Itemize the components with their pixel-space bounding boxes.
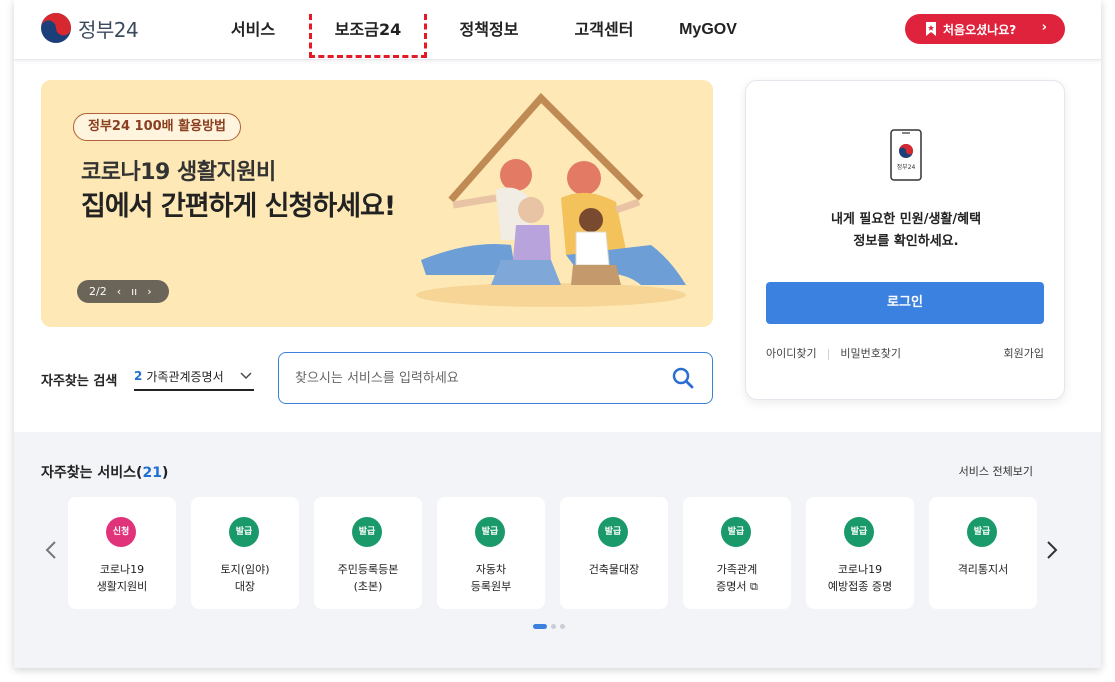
carousel-dot[interactable] xyxy=(551,624,556,629)
chevron-down-icon xyxy=(240,372,252,379)
login-card: 정부24 내게 필요한 민원/생활/혜택 정보를 확인하세요. 로그인 아이디찾… xyxy=(745,80,1065,400)
first-visit-button[interactable]: 처음오셨나요? › xyxy=(905,14,1065,44)
service-badge: 발급 xyxy=(598,517,628,547)
carousel-prev-icon[interactable] xyxy=(44,540,60,560)
signup-link[interactable]: 회원가입 xyxy=(1004,345,1044,361)
chevron-right-icon: › xyxy=(1041,20,1047,35)
nav-policy-info[interactable]: 정책정보 xyxy=(439,0,539,60)
nav-subsidy24[interactable]: 보조금24 xyxy=(309,0,427,60)
service-name: 코로나19 예방접종 증명 xyxy=(827,563,893,593)
service-name: 코로나19 생활지원비 xyxy=(96,563,148,593)
service-name: 자동차 등록원부 xyxy=(470,563,512,593)
carousel-next-icon[interactable] xyxy=(1043,540,1059,560)
banner-prev-icon[interactable]: ‹ xyxy=(117,285,121,298)
search-icon[interactable] xyxy=(672,367,694,389)
frequent-services-title-text: 자주찾는 서비스 xyxy=(41,465,137,481)
search-box xyxy=(278,352,713,404)
service-badge: 발급 xyxy=(352,517,382,547)
service-card[interactable]: 발급 자동차 등록원부 xyxy=(437,497,545,609)
service-card[interactable]: 발급 코로나19 예방접종 증명 xyxy=(806,497,914,609)
banner-pager: 2/2 ‹ ıı › xyxy=(77,280,169,303)
service-badge: 발급 xyxy=(844,517,874,547)
service-card[interactable]: 발급 토지(임야) 대장 xyxy=(191,497,299,609)
banner-next-icon[interactable]: › xyxy=(147,285,151,298)
service-badge: 신청 xyxy=(106,517,136,547)
page-frame: 정부24 서비스 보조금24 정책정보 고객센터 MyGOV 처음오셨나요? ›… xyxy=(14,0,1101,668)
first-visit-label: 처음오셨나요? xyxy=(943,22,1017,37)
nav-services[interactable]: 서비스 xyxy=(219,0,287,60)
carousel-pagination xyxy=(533,624,565,629)
service-card[interactable]: 발급 주민등록등본 (초본) xyxy=(314,497,422,609)
service-card[interactable]: 발급 건축물대장 xyxy=(560,497,668,609)
login-message-line2: 정보를 확인하세요. xyxy=(853,234,959,249)
frequent-services-section: 자주찾는 서비스(21) 서비스 전체보기 신청 코로나19 생활지원비 발급 … xyxy=(14,432,1101,668)
banner-title-line1: 코로나19 생활지원비 xyxy=(81,160,276,185)
find-id-link[interactable]: 아이디찾기 xyxy=(766,345,817,361)
link-divider: | xyxy=(826,346,831,360)
phone-label: 정부24 xyxy=(897,164,916,171)
view-all-services-link[interactable]: 서비스 전체보기 xyxy=(959,463,1033,479)
logo[interactable]: 정부24 xyxy=(40,12,139,44)
frequent-services-count: 21 xyxy=(142,465,162,481)
service-badge: 발급 xyxy=(229,517,259,547)
main-banner[interactable]: 정부24 100배 활용방법 코로나19 생활지원비 집에서 간편하게 신청하세… xyxy=(41,80,713,327)
find-password-link[interactable]: 비밀번호찾기 xyxy=(840,345,901,361)
frequent-search-value: 가족관계증명서 xyxy=(146,369,224,384)
login-message: 내게 필요한 민원/생활/혜택 정보를 확인하세요. xyxy=(746,209,1066,253)
phone-icon: 정부24 xyxy=(890,129,922,181)
banner-title-line2: 집에서 간편하게 신청하세요! xyxy=(81,191,396,222)
service-badge: 발급 xyxy=(721,517,751,547)
service-name: 건축물대장 xyxy=(588,563,640,576)
banner-pager-count: 2/2 xyxy=(89,285,107,298)
service-card[interactable]: 발급 격리통지서 xyxy=(929,497,1037,609)
nav-mygov[interactable]: MyGOV xyxy=(663,0,753,60)
service-name: 주민등록등본 (초본) xyxy=(337,563,399,593)
nav-customer-center[interactable]: 고객센터 xyxy=(559,0,649,60)
service-card[interactable]: 신청 코로나19 생활지원비 xyxy=(68,497,176,609)
logo-text: 정부24 xyxy=(78,17,139,42)
carousel-dot[interactable] xyxy=(533,624,547,629)
carousel-dot[interactable] xyxy=(560,624,565,629)
bookmark-icon xyxy=(926,22,936,36)
site-header: 정부24 서비스 보조금24 정책정보 고객센터 MyGOV 처음오셨나요? › xyxy=(14,0,1101,60)
service-cards: 신청 코로나19 생활지원비 발급 토지(임야) 대장 발급 주민등록등본 (초… xyxy=(68,497,1037,609)
frequent-services-title: 자주찾는 서비스(21) xyxy=(41,465,169,481)
service-badge: 발급 xyxy=(475,517,505,547)
taegeuk-logo-icon xyxy=(41,13,71,43)
login-message-line1: 내게 필요한 민원/생활/혜택 xyxy=(830,212,982,227)
search-input[interactable] xyxy=(295,367,655,389)
service-badge: 발급 xyxy=(967,517,997,547)
banner-tag: 정부24 100배 활용방법 xyxy=(73,113,241,141)
frequent-search-label: 자주찾는 검색 xyxy=(41,374,118,389)
service-name: 격리통지서 xyxy=(957,563,1009,576)
frequent-search-rank: 2 xyxy=(134,369,143,383)
main-nav: 서비스 보조금24 정책정보 고객센터 MyGOV xyxy=(219,0,753,60)
banner-pause-icon[interactable]: ıı xyxy=(131,285,137,298)
family-illustration xyxy=(416,92,686,307)
account-links: 아이디찾기 | 비밀번호찾기 xyxy=(766,345,901,361)
service-name: 토지(임야) 대장 xyxy=(220,563,270,593)
service-card[interactable]: 발급 가족관계 증명서 ⧉ xyxy=(683,497,791,609)
service-name: 가족관계 증명서 ⧉ xyxy=(716,563,758,593)
login-button[interactable]: 로그인 xyxy=(766,282,1044,324)
frequent-search-select[interactable]: 2 가족관계증명서 xyxy=(134,363,254,391)
